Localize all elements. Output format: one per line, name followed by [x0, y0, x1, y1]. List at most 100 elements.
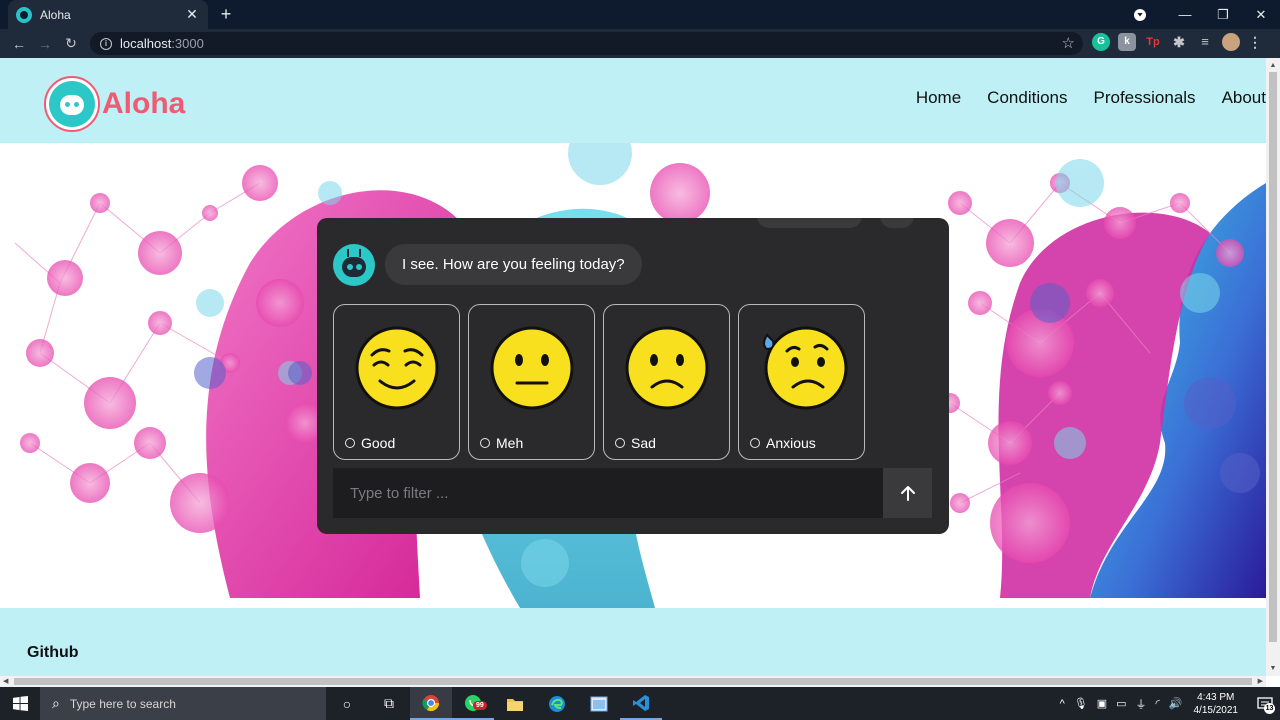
bot-avatar-icon: [333, 244, 375, 286]
extensions-puzzle-icon[interactable]: ✱: [1170, 33, 1188, 51]
close-tab-icon[interactable]: ✕: [184, 6, 200, 23]
whatsapp-unread-badge: 99: [473, 701, 487, 710]
site-footer: Github: [0, 608, 1266, 676]
scroll-up-icon[interactable]: ▲: [1269, 62, 1277, 69]
mood-option-meh[interactable]: Meh: [468, 304, 595, 460]
mood-label-anxious: Anxious: [766, 435, 816, 451]
back-arrow-icon[interactable]: ←: [6, 36, 32, 52]
taskbar-search[interactable]: ⌕ Type here to search: [40, 687, 326, 720]
windows-taskbar: ⌕ Type here to search ○ ⧉ 99 ^ 🎙 ▣ ▭ ⏚ ◜…: [0, 687, 1280, 720]
scroll-left-icon[interactable]: ◀: [3, 677, 8, 685]
neutral-face-icon: [490, 326, 574, 410]
cortana-icon[interactable]: ○: [326, 687, 368, 720]
profile-avatar-icon[interactable]: [1222, 33, 1240, 51]
horizontal-scroll-thumb[interactable]: [14, 678, 1252, 685]
mood-radio-good[interactable]: [345, 438, 355, 448]
chrome-taskbar-icon[interactable]: [410, 687, 452, 720]
url-host: localhost: [120, 36, 172, 51]
grammarly-extension-icon[interactable]: G: [1092, 33, 1110, 51]
window-controls: — ❐ ✕: [1134, 0, 1280, 29]
tab-search-icon[interactable]: [1134, 8, 1146, 21]
mood-option-anxious[interactable]: Anxious: [738, 304, 865, 460]
edge-taskbar-icon[interactable]: [536, 687, 578, 720]
extensions-row: G k Tp ✱ ≡ ⋮: [1092, 33, 1262, 51]
new-tab-button[interactable]: +: [216, 4, 236, 24]
vscode-taskbar-icon[interactable]: [620, 687, 662, 720]
clock-date: 4/15/2021: [1193, 704, 1239, 716]
nav-home[interactable]: Home: [916, 88, 961, 108]
browser-tab-strip: Aloha ✕ + — ❐ ✕: [0, 0, 1280, 29]
mood-radio-meh[interactable]: [480, 438, 490, 448]
power-plug-icon[interactable]: ⏚: [1136, 696, 1147, 712]
relieved-face-icon: [355, 326, 439, 410]
mood-radio-anxious[interactable]: [750, 438, 760, 448]
horizontal-scrollbar[interactable]: ◀ ▶: [0, 676, 1266, 687]
bookmark-star-icon[interactable]: ☆: [1062, 34, 1075, 52]
tp-extension-icon[interactable]: Tp: [1144, 33, 1162, 51]
mood-option-good[interactable]: Good: [333, 304, 460, 460]
browser-tab-aloha[interactable]: Aloha ✕: [8, 0, 208, 29]
robot-logo-icon: [44, 76, 100, 132]
scroll-down-icon[interactable]: ▼: [1269, 665, 1277, 672]
chevron-up-icon[interactable]: ^: [1060, 698, 1065, 710]
frowning-face-icon: [625, 326, 709, 410]
arrow-up-icon: [900, 486, 915, 501]
reload-icon[interactable]: ↻: [58, 35, 84, 52]
scroll-right-icon[interactable]: ▶: [1258, 677, 1263, 685]
site-info-icon[interactable]: i: [100, 37, 112, 50]
task-view-icon[interactable]: ⧉: [368, 687, 410, 720]
github-link[interactable]: Github: [27, 644, 79, 662]
minimize-button[interactable]: —: [1166, 7, 1204, 22]
nav-conditions[interactable]: Conditions: [987, 88, 1067, 108]
reading-list-icon[interactable]: ≡: [1196, 33, 1214, 51]
windows-start-icon[interactable]: [0, 687, 40, 720]
mood-label-good: Good: [361, 435, 396, 451]
k-extension-icon[interactable]: k: [1118, 33, 1136, 51]
volume-icon[interactable]: 🔊: [1169, 697, 1183, 710]
page-viewport: Aloha Home Conditions Professionals Abou…: [0, 58, 1266, 676]
aloha-favicon-icon: [16, 6, 32, 23]
tab-title: Aloha: [40, 7, 71, 22]
mood-radio-sad[interactable]: [615, 438, 625, 448]
wifi-icon[interactable]: ◜: [1156, 697, 1160, 710]
previous-reply-bubble-small: [880, 218, 914, 228]
nav-professionals[interactable]: Professionals: [1094, 88, 1196, 108]
notification-count-badge: 13: [1264, 703, 1275, 714]
address-bar[interactable]: i localhost :3000 ☆: [90, 32, 1083, 55]
file-explorer-icon[interactable]: [494, 687, 536, 720]
site-header: Aloha Home Conditions Professionals Abou…: [0, 58, 1266, 143]
url-port: :3000: [171, 36, 204, 51]
send-button[interactable]: [883, 468, 932, 518]
whatsapp-taskbar-icon[interactable]: 99: [452, 687, 494, 720]
anxious-sweat-face-icon: [763, 326, 848, 410]
kebab-menu-icon[interactable]: ⋮: [1248, 33, 1262, 51]
nav-about[interactable]: About: [1222, 88, 1266, 108]
close-window-button[interactable]: ✕: [1242, 7, 1280, 23]
vertical-scrollbar[interactable]: ▲ ▼: [1266, 58, 1280, 676]
forward-arrow-icon[interactable]: →: [32, 36, 58, 52]
system-tray: ^ 🎙 ▣ ▭ ⏚ ◜ 🔊 4:43 PM 4/15/2021 13: [1060, 687, 1280, 720]
filter-input[interactable]: [333, 468, 883, 518]
chat-widget: I see. How are you feeling today? Good M…: [317, 218, 949, 534]
microphone-icon[interactable]: 🎙: [1074, 697, 1088, 710]
maximize-button[interactable]: ❐: [1204, 7, 1242, 23]
taskbar-search-placeholder: Type here to search: [69, 696, 176, 711]
paint-app-icon[interactable]: [578, 687, 620, 720]
taskbar-clock[interactable]: 4:43 PM 4/15/2021: [1194, 691, 1239, 717]
action-center-icon[interactable]: 13: [1250, 687, 1280, 720]
mood-label-sad: Sad: [631, 435, 656, 451]
main-nav: Home Conditions Professionals About: [916, 88, 1266, 108]
battery-icon[interactable]: ▭: [1116, 697, 1126, 710]
mood-option-sad[interactable]: Sad: [603, 304, 730, 460]
logo-text: Aloha: [102, 87, 186, 120]
previous-reply-bubble: [757, 218, 862, 228]
vertical-scroll-thumb[interactable]: [1269, 72, 1277, 642]
mood-options: Good Meh Sad Anxious: [333, 304, 865, 460]
browser-toolbar: ← → ↻ i localhost :3000 ☆ G k Tp ✱ ≡ ⋮: [0, 29, 1280, 58]
mood-label-meh: Meh: [496, 435, 524, 451]
site-logo[interactable]: Aloha: [44, 76, 185, 132]
clock-time: 4:43 PM: [1197, 691, 1235, 703]
search-icon: ⌕: [52, 695, 60, 711]
meet-now-icon[interactable]: ▣: [1097, 697, 1107, 710]
bot-message-bubble: I see. How are you feeling today?: [385, 244, 642, 285]
